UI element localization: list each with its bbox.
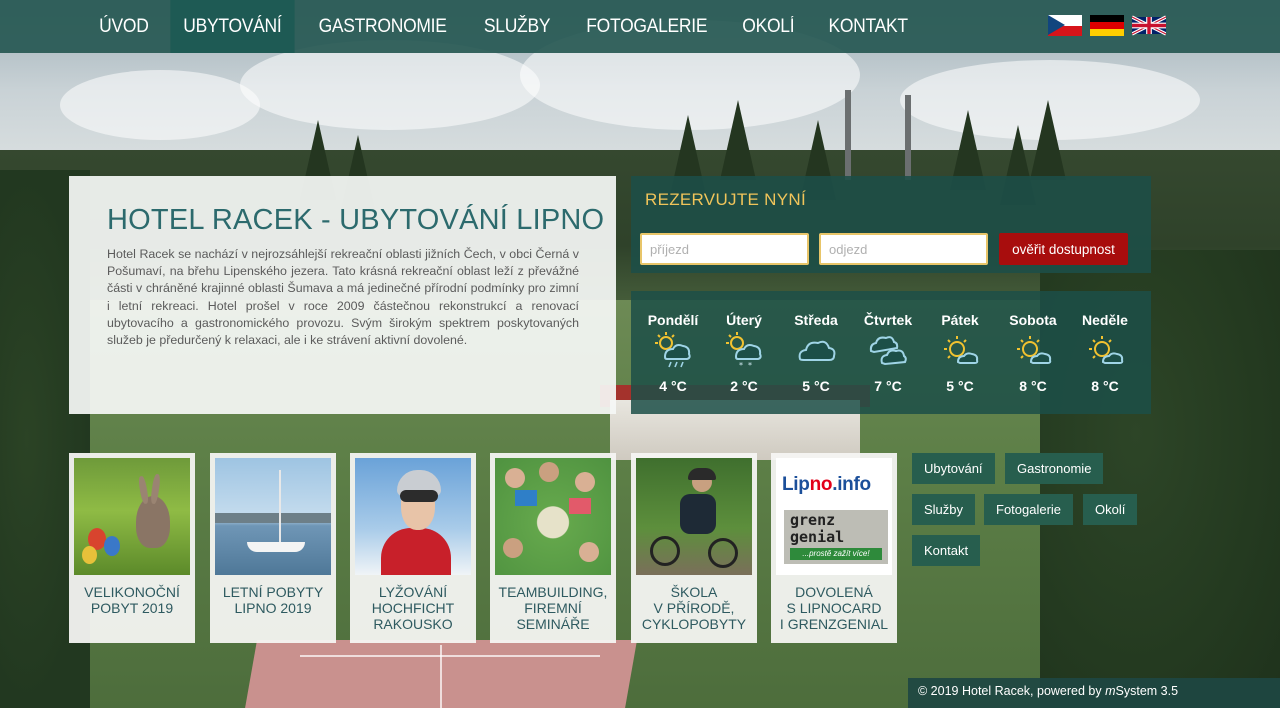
clouds-icon: [869, 336, 907, 366]
promo-card-school-cycling[interactable]: ŠKOLA V PŘÍRODĚ, CYKLOPOBYTY: [631, 453, 757, 643]
weather-day-name: Pátek: [941, 312, 979, 328]
reservation-panel: REZERVUJTE NYNÍ ověřit dostupnost: [631, 176, 1151, 273]
sun-cloud-rain-snow-icon: [655, 332, 691, 368]
weather-day: Pondělí 4 °C: [637, 291, 709, 414]
cloud-icon: [798, 340, 836, 361]
sun-cloud-snow-icon: * *: [726, 332, 762, 369]
promo-card-lipnocard[interactable]: Lipno.info grenz genial ...prostě zažít …: [771, 453, 897, 643]
weather-day: Sobota 8 °C: [997, 291, 1069, 414]
uk-flag-icon[interactable]: [1132, 15, 1166, 36]
svg-text:*: *: [748, 361, 752, 369]
skier-image: [355, 458, 471, 575]
quick-link-kontakt[interactable]: Kontakt: [912, 535, 981, 566]
language-switcher: [1048, 15, 1166, 36]
footer-copyright: © 2019 Hotel Racek, powered by: [918, 684, 1106, 698]
svg-text:*: *: [739, 361, 743, 369]
promo-card-label: DOVOLENÁ S LIPNOCARD I GRENZGENIAL: [779, 584, 889, 632]
promo-card-label: ŠKOLA V PŘÍRODĚ, CYKLOPOBYTY: [641, 584, 747, 632]
intro-panel: HOTEL RACEK - UBYTOVÁNÍ LIPNO Hotel Race…: [69, 176, 616, 414]
lipno-logo-text-accent: no: [809, 474, 833, 495]
quick-link-gastronomie[interactable]: Gastronomie: [1005, 453, 1104, 484]
top-navigation: ÚVOD UBYTOVÁNÍ GASTRONOMIE SLUŽBY FOTOGA…: [0, 0, 1280, 53]
weather-day: Čtvrtek 7 °C: [852, 291, 924, 414]
grenzgenial-logo-text: grenz genial: [790, 511, 845, 546]
promo-card-skiing[interactable]: LYŽOVÁNÍ HOCHFICHT RAKOUSKO: [350, 453, 476, 643]
weather-temperature: 5 °C: [802, 378, 830, 394]
nav-item-okoli[interactable]: OKOLÍ: [730, 0, 808, 53]
weather-day: Pátek 5 °C: [924, 291, 996, 414]
departure-date-input[interactable]: [819, 233, 988, 265]
footer-brand-m[interactable]: m: [1105, 684, 1115, 698]
promo-card-label: VELIKONOČNÍ POBYT 2019: [84, 584, 180, 616]
quick-link-ubytovani[interactable]: Ubytování: [912, 453, 995, 484]
promo-card-label: TEAMBUILDING, FIREMNÍ SEMINÁŘE: [498, 584, 608, 632]
nav-item-gastronomie[interactable]: GASTRONOMIE: [306, 0, 460, 53]
nav-item-uvod[interactable]: ÚVOD: [86, 0, 161, 53]
reservation-title: REZERVUJTE NYNÍ: [645, 190, 806, 209]
cz-flag-icon[interactable]: [1048, 15, 1082, 36]
cyclist-image: [636, 458, 752, 575]
weather-day: Středa 5 °C: [780, 291, 852, 414]
weather-day: Úterý * * 2 °C: [708, 291, 780, 414]
weather-day-name: Pondělí: [647, 312, 699, 328]
promo-card-teambuilding[interactable]: TEAMBUILDING, FIREMNÍ SEMINÁŘE: [490, 453, 616, 643]
lipno-info-grenzgenial-logo: Lipno.info grenz genial ...prostě zažít …: [776, 458, 892, 575]
weather-temperature: 4 °C: [659, 378, 687, 394]
promo-card-easter[interactable]: VELIKONOČNÍ POBYT 2019: [69, 453, 195, 643]
weather-temperature: 8 °C: [1091, 378, 1119, 394]
easter-bunny-image: [74, 458, 190, 575]
nav-item-sluzby[interactable]: SLUŽBY: [471, 0, 563, 53]
weather-temperature: 7 °C: [874, 378, 902, 394]
quick-link-fotogalerie[interactable]: Fotogalerie: [984, 494, 1074, 525]
weather-day-name: Neděle: [1082, 312, 1128, 328]
weather-day-name: Středa: [794, 312, 838, 328]
arrival-date-input[interactable]: [640, 233, 809, 265]
lipno-logo-text-suffix: .info: [832, 474, 871, 495]
weather-day-name: Sobota: [1009, 312, 1057, 328]
de-flag-icon[interactable]: [1090, 15, 1124, 36]
weather-day-name: Úterý: [726, 312, 762, 328]
check-availability-button[interactable]: ověřit dostupnost: [999, 233, 1128, 265]
page-title: HOTEL RACEK - UBYTOVÁNÍ LIPNO: [107, 204, 605, 236]
weather-temperature: 2 °C: [730, 378, 758, 394]
weather-temperature: 5 °C: [946, 378, 974, 394]
sailboat-lake-image: [215, 458, 331, 575]
nav-item-ubytovani[interactable]: UBYTOVÁNÍ: [170, 0, 295, 53]
main-menu: ÚVOD UBYTOVÁNÍ GASTRONOMIE SLUŽBY FOTOGA…: [83, 0, 925, 53]
weather-forecast: Pondělí 4 °C Úterý * * 2 °C Středa 5 °C Č…: [631, 291, 1151, 414]
quick-link-okoli[interactable]: Okolí: [1083, 494, 1138, 525]
sun-small-cloud-icon: [944, 336, 979, 364]
nav-item-kontakt[interactable]: KONTAKT: [815, 0, 920, 53]
promo-card-summer[interactable]: LETNÍ POBYTY LIPNO 2019: [210, 453, 336, 643]
nav-item-fotogalerie[interactable]: FOTOGALERIE: [573, 0, 720, 53]
footer: © 2019 Hotel Racek, powered by mSystem 3…: [908, 678, 1280, 708]
promo-card-label: LETNÍ POBYTY LIPNO 2019: [222, 584, 324, 616]
footer-brand[interactable]: System 3.5: [1116, 684, 1179, 698]
quick-link-sluzby[interactable]: Služby: [912, 494, 976, 525]
sun-small-cloud-icon: [1017, 336, 1052, 364]
teambuilding-group-image: [495, 458, 611, 575]
weather-temperature: 8 °C: [1019, 378, 1047, 394]
sun-small-cloud-icon: [1089, 336, 1124, 364]
intro-text: Hotel Racek se nachází v nejrozsáhlejší …: [107, 247, 579, 348]
weather-day: Neděle 8 °C: [1069, 291, 1141, 414]
promo-card-label: LYŽOVÁNÍ HOCHFICHT RAKOUSKO: [371, 584, 455, 632]
grenzgenial-tagline: ...prostě zažít více!: [790, 548, 882, 560]
weather-day-name: Čtvrtek: [863, 312, 913, 328]
lipno-logo-text: Lip: [782, 474, 810, 495]
